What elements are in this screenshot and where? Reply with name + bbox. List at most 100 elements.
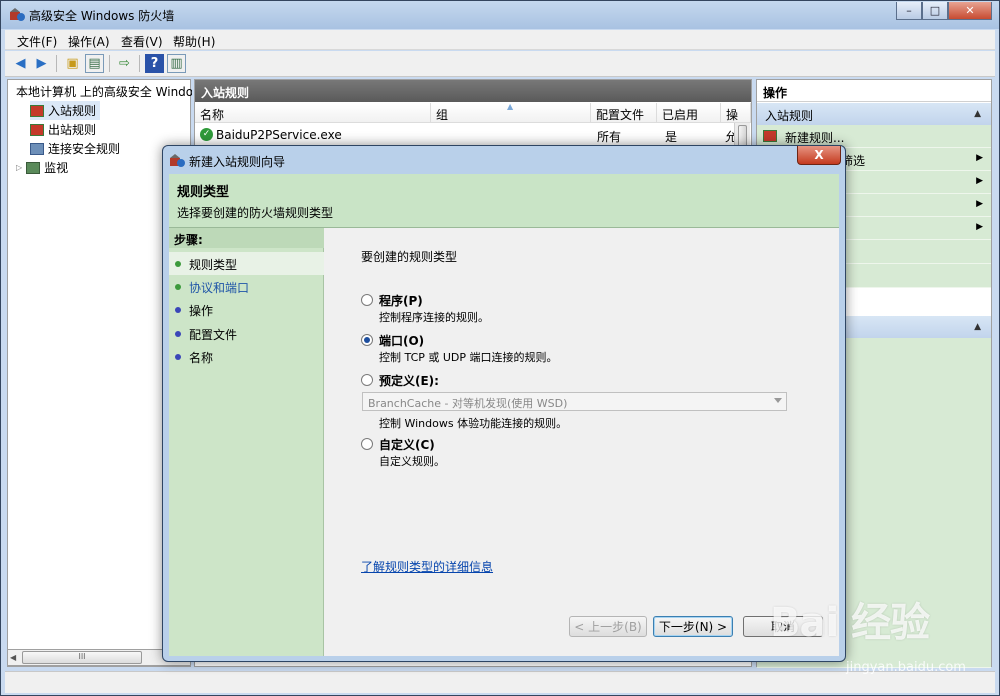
back-button[interactable]: ◀: [11, 54, 30, 73]
rule-type-prompt: 要创建的规则类型: [361, 250, 458, 264]
console-tree-icon: ▤: [88, 56, 101, 71]
tree-item-label: 监视: [44, 161, 69, 175]
step-label: 规则类型: [189, 258, 238, 272]
connection-security-icon: [30, 142, 44, 155]
learn-more-link[interactable]: 了解规则类型的详细信息: [361, 558, 493, 575]
export-icon: ⇨: [119, 56, 130, 71]
arrow-right-icon: ▶: [36, 56, 47, 71]
step-dot-icon: [175, 307, 181, 313]
table-row[interactable]: ✓ BaiduP2PService.exe 所有 是 允: [197, 126, 749, 145]
wizard-content: 要创建的规则类型 程序(P) 控制程序连接的规则。 端口(O) 控制 TCP 或…: [325, 228, 839, 656]
monitoring-icon: [26, 161, 41, 174]
action-pane-icon: ▥: [170, 56, 183, 71]
title-bar: 高级安全 Windows 防火墙 – □ ✕: [1, 1, 999, 29]
radio-predefined[interactable]: [361, 374, 373, 386]
new-rule-icon: [763, 130, 777, 142]
sort-ascending-icon: ▲: [507, 102, 514, 111]
tree-item-outbound-rules[interactable]: 出站规则: [30, 120, 96, 139]
toolbar-separator: [139, 55, 140, 72]
arrow-left-icon: ◀: [15, 56, 26, 71]
tree-item-inbound-rules[interactable]: 入站规则: [30, 101, 101, 120]
collapse-up-icon[interactable]: ▲: [974, 322, 981, 332]
enabled-check-icon: ✓: [200, 128, 213, 141]
tree-root-label: 本地计算机 上的高级安全 Windows 防火墙: [16, 85, 192, 99]
forward-button[interactable]: ▶: [32, 54, 51, 73]
tree-item-monitoring[interactable]: ▷ 监视: [16, 158, 68, 177]
dialog-header: 规则类型 选择要创建的防火墙规则类型: [169, 174, 839, 228]
submenu-arrow-icon: ▶: [976, 176, 983, 186]
menu-file[interactable]: 文件(F): [17, 33, 57, 50]
firewall-app-icon: [9, 6, 25, 22]
expand-arrow-icon[interactable]: ▷: [16, 163, 22, 172]
rules-pane-header: 入站规则: [195, 80, 751, 102]
step-action[interactable]: 操作: [169, 298, 324, 321]
option-predefined-label[interactable]: 预定义(E):: [379, 372, 439, 389]
option-program-label[interactable]: 程序(P): [379, 292, 423, 309]
radio-custom[interactable]: [361, 438, 373, 450]
actions-section-label: 入站规则: [765, 109, 814, 123]
help-button[interactable]: ?: [145, 54, 164, 73]
tree-item-label: 出站规则: [48, 123, 97, 137]
menu-view[interactable]: 查看(V): [121, 33, 163, 50]
step-dot-icon: [175, 284, 181, 290]
option-port-desc: 控制 TCP 或 UDP 端口连接的规则。: [379, 351, 558, 364]
show-hide-tree-button[interactable]: ▤: [85, 54, 104, 73]
new-inbound-rule-wizard: 新建入站规则向导 X 规则类型 选择要创建的防火墙规则类型 步骤: 规则类型 协…: [162, 145, 846, 662]
dropdown-arrow-icon: [774, 398, 782, 403]
predefined-select[interactable]: BranchCache - 对等机发现(使用 WSD): [362, 392, 787, 411]
option-port-label[interactable]: 端口(O): [379, 332, 424, 349]
tree-root[interactable]: 本地计算机 上的高级安全 Windows 防火墙: [12, 82, 192, 101]
close-button[interactable]: ✕: [948, 2, 992, 20]
option-custom-label[interactable]: 自定义(C): [379, 436, 435, 453]
toolbar: ◀ ▶ ▣ ▤ ⇨ ? ▥: [5, 51, 995, 77]
dialog-title: 新建入站规则向导: [189, 155, 286, 169]
steps-heading: 步骤:: [169, 228, 324, 248]
export-list-button[interactable]: ⇨: [115, 54, 134, 73]
collapse-up-icon[interactable]: ▲: [974, 109, 981, 119]
menu-bar: 文件(F) 操作(A) 查看(V) 帮助(H): [5, 30, 995, 50]
tree-item-connection-security-rules[interactable]: 连接安全规则: [30, 139, 120, 158]
radio-program[interactable]: [361, 294, 373, 306]
scroll-thumb[interactable]: III: [22, 651, 142, 664]
help-icon: ?: [150, 56, 159, 71]
dialog-title-bar: 新建入站规则向导 X: [163, 146, 845, 174]
watermark-url: jingyan.baidu.com: [846, 660, 966, 675]
submenu-arrow-icon: ▶: [976, 153, 983, 163]
step-rule-type[interactable]: 规则类型: [169, 252, 324, 275]
step-profile[interactable]: 配置文件: [169, 322, 324, 345]
next-step-button[interactable]: 下一步(N) >: [653, 616, 733, 637]
inbound-rules-icon: [30, 104, 44, 117]
option-custom-desc: 自定义规则。: [379, 455, 445, 468]
column-enabled[interactable]: 已启用: [657, 103, 721, 123]
step-label: 操作: [189, 304, 214, 318]
back-step-button[interactable]: < 上一步(B): [569, 616, 647, 637]
option-predefined-desc: 控制 Windows 体验功能连接的规则。: [379, 417, 568, 430]
scroll-left-icon[interactable]: ◀: [10, 653, 16, 662]
step-dot-icon: [175, 261, 181, 267]
submenu-arrow-icon: ▶: [976, 199, 983, 209]
column-action[interactable]: 操: [721, 103, 751, 123]
toolbar-separator: [109, 55, 110, 72]
show-hide-action-pane-button[interactable]: ▥: [167, 54, 186, 73]
wizard-icon: [169, 152, 185, 168]
steps-pane: 步骤: 规则类型 协议和端口 操作 配置文件 名称: [169, 228, 324, 656]
predefined-select-value: BranchCache - 对等机发现(使用 WSD): [368, 397, 568, 410]
column-name[interactable]: 名称: [195, 103, 431, 123]
tree-item-label: 入站规则: [48, 104, 97, 118]
dialog-close-button[interactable]: X: [797, 146, 841, 165]
up-folder-button[interactable]: ▣: [63, 54, 82, 73]
submenu-arrow-icon: ▶: [976, 222, 983, 232]
actions-section-inbound-rules[interactable]: 入站规则 ▲: [757, 103, 991, 125]
step-protocol-and-ports[interactable]: 协议和端口: [169, 275, 324, 298]
column-profile[interactable]: 配置文件: [591, 103, 657, 123]
minimize-button[interactable]: –: [896, 2, 922, 20]
outbound-rules-icon: [30, 123, 44, 136]
dialog-header-subtitle: 选择要创建的防火墙规则类型: [177, 206, 334, 220]
menu-action[interactable]: 操作(A): [68, 33, 110, 50]
step-name[interactable]: 名称: [169, 345, 324, 368]
menu-help[interactable]: 帮助(H): [173, 33, 215, 50]
folder-up-icon: ▣: [66, 56, 79, 71]
window-title: 高级安全 Windows 防火墙: [29, 9, 175, 23]
radio-port[interactable]: [361, 334, 373, 346]
maximize-button[interactable]: □: [922, 2, 948, 20]
